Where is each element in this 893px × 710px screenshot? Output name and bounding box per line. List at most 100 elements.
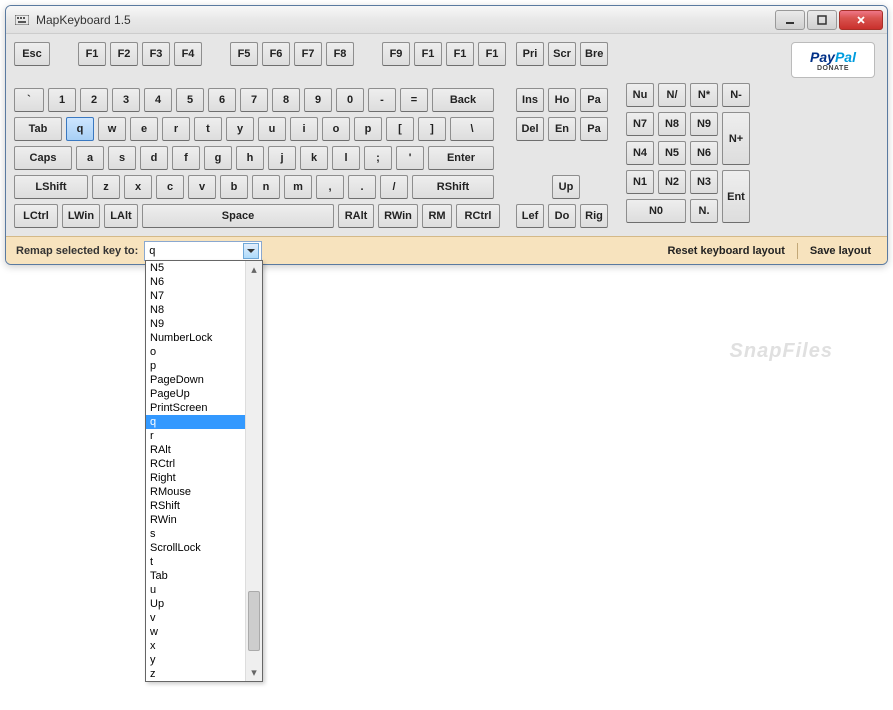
key-5[interactable]: 5 xyxy=(176,88,204,112)
key-l[interactable]: l xyxy=(332,146,360,170)
key-backslash[interactable]: \ xyxy=(450,117,494,141)
key-e[interactable]: e xyxy=(130,117,158,141)
key-numminus[interactable]: N- xyxy=(722,83,750,107)
key-lwin[interactable]: LWin xyxy=(62,204,100,228)
key-down[interactable]: Do xyxy=(548,204,576,228)
key-f11[interactable]: F1 xyxy=(446,42,474,66)
key-r[interactable]: r xyxy=(162,117,190,141)
key-q[interactable]: q xyxy=(66,117,94,141)
key-lctrl[interactable]: LCtrl xyxy=(14,204,58,228)
key-nummul[interactable]: N* xyxy=(690,83,718,107)
key-capslock[interactable]: Caps xyxy=(14,146,72,170)
key-lshift[interactable]: LShift xyxy=(14,175,88,199)
key-x[interactable]: x xyxy=(124,175,152,199)
scroll-down-icon[interactable]: ▾ xyxy=(246,664,262,681)
key-u[interactable]: u xyxy=(258,117,286,141)
scroll-thumb[interactable] xyxy=(248,591,260,651)
key-k[interactable]: k xyxy=(300,146,328,170)
key-rshift[interactable]: RShift xyxy=(412,175,494,199)
key-m[interactable]: m xyxy=(284,175,312,199)
key-p[interactable]: p xyxy=(354,117,382,141)
key-left[interactable]: Lef xyxy=(516,204,544,228)
key-backspace[interactable]: Back xyxy=(432,88,494,112)
key-minus[interactable]: - xyxy=(368,88,396,112)
key-num8[interactable]: N8 xyxy=(658,112,686,136)
titlebar[interactable]: MapKeyboard 1.5 xyxy=(6,6,887,34)
key-f9[interactable]: F9 xyxy=(382,42,410,66)
key-i[interactable]: i xyxy=(290,117,318,141)
key-insert[interactable]: Ins xyxy=(516,88,544,112)
key-num0[interactable]: N0 xyxy=(626,199,686,223)
key-num9[interactable]: N9 xyxy=(690,112,718,136)
key-9[interactable]: 9 xyxy=(304,88,332,112)
maximize-button[interactable] xyxy=(807,10,837,30)
key-right[interactable]: Rig xyxy=(580,204,608,228)
key-tab[interactable]: Tab xyxy=(14,117,62,141)
key-numlock[interactable]: Nu xyxy=(626,83,654,107)
save-layout-button[interactable]: Save layout xyxy=(804,245,877,257)
key-slash[interactable]: / xyxy=(380,175,408,199)
key-b[interactable]: b xyxy=(220,175,248,199)
key-num4[interactable]: N4 xyxy=(626,141,654,165)
key-3[interactable]: 3 xyxy=(112,88,140,112)
close-button[interactable] xyxy=(839,10,883,30)
key-v[interactable]: v xyxy=(188,175,216,199)
key-num3[interactable]: N3 xyxy=(690,170,718,194)
key-apostrophe[interactable]: ' xyxy=(396,146,424,170)
key-numdiv[interactable]: N/ xyxy=(658,83,686,107)
key-num2[interactable]: N2 xyxy=(658,170,686,194)
key-o[interactable]: o xyxy=(322,117,350,141)
key-numenter[interactable]: Ent xyxy=(722,170,750,223)
key-lalt[interactable]: LAlt xyxy=(104,204,138,228)
key-f8[interactable]: F8 xyxy=(326,42,354,66)
key-pagedown[interactable]: Pa xyxy=(580,117,608,141)
key-num1[interactable]: N1 xyxy=(626,170,654,194)
key-up[interactable]: Up xyxy=(552,175,580,199)
key-rctrl[interactable]: RCtrl xyxy=(456,204,500,228)
key-c[interactable]: c xyxy=(156,175,184,199)
key-f12[interactable]: F1 xyxy=(478,42,506,66)
key-equals[interactable]: = xyxy=(400,88,428,112)
paypal-donate-button[interactable]: PayPal DONATE xyxy=(791,42,875,78)
key-bracket-r[interactable]: ] xyxy=(418,117,446,141)
key-t[interactable]: t xyxy=(194,117,222,141)
key-g[interactable]: g xyxy=(204,146,232,170)
key-d[interactable]: d xyxy=(140,146,168,170)
key-6[interactable]: 6 xyxy=(208,88,236,112)
key-space[interactable]: Space xyxy=(142,204,334,228)
key-ralt[interactable]: RAlt xyxy=(338,204,374,228)
key-f6[interactable]: F6 xyxy=(262,42,290,66)
minimize-button[interactable] xyxy=(775,10,805,30)
key-bracket-l[interactable]: [ xyxy=(386,117,414,141)
dropdown-scrollbar[interactable]: ▴ ▾ xyxy=(245,261,262,681)
key-end[interactable]: En xyxy=(548,117,576,141)
key-numdot[interactable]: N. xyxy=(690,199,718,223)
key-num6[interactable]: N6 xyxy=(690,141,718,165)
key-y[interactable]: y xyxy=(226,117,254,141)
key-4[interactable]: 4 xyxy=(144,88,172,112)
key-num5[interactable]: N5 xyxy=(658,141,686,165)
key-j[interactable]: j xyxy=(268,146,296,170)
key-f2[interactable]: F2 xyxy=(110,42,138,66)
key-esc[interactable]: Esc xyxy=(14,42,50,66)
key-printscreen[interactable]: Pri xyxy=(516,42,544,66)
key-pageup[interactable]: Pa xyxy=(580,88,608,112)
key-w[interactable]: w xyxy=(98,117,126,141)
key-enter[interactable]: Enter xyxy=(428,146,494,170)
key-f4[interactable]: F4 xyxy=(174,42,202,66)
key-a[interactable]: a xyxy=(76,146,104,170)
key-scrolllock[interactable]: Scr xyxy=(548,42,576,66)
key-s[interactable]: s xyxy=(108,146,136,170)
key-7[interactable]: 7 xyxy=(240,88,268,112)
scroll-up-icon[interactable]: ▴ xyxy=(246,261,262,278)
reset-layout-button[interactable]: Reset keyboard layout xyxy=(661,245,790,257)
key-pause[interactable]: Bre xyxy=(580,42,608,66)
key-f3[interactable]: F3 xyxy=(142,42,170,66)
key-f7[interactable]: F7 xyxy=(294,42,322,66)
key-h[interactable]: h xyxy=(236,146,264,170)
key-period[interactable]: . xyxy=(348,175,376,199)
remap-combo[interactable]: q xyxy=(144,241,262,261)
key-n[interactable]: n xyxy=(252,175,280,199)
key-numplus[interactable]: N+ xyxy=(722,112,750,165)
key-f10[interactable]: F1 xyxy=(414,42,442,66)
